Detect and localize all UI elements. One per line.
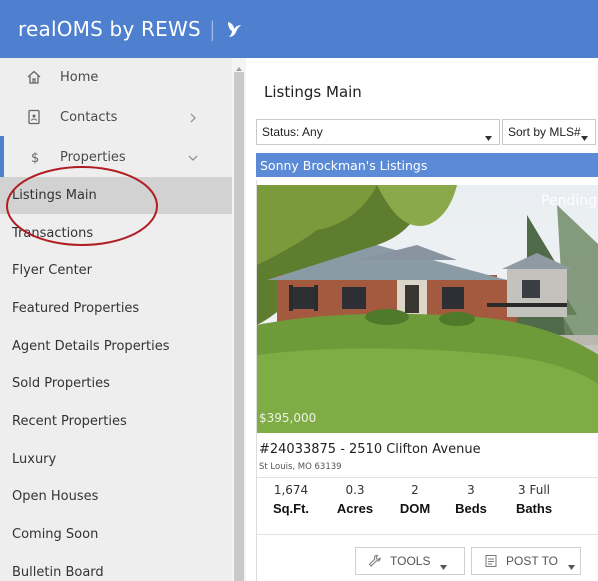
- sidebar-item-listings-main[interactable]: Listings Main: [0, 177, 232, 214]
- section-header: Sonny Brockman's Listings: [256, 153, 598, 177]
- status-filter-select[interactable]: Status: Any: [256, 119, 500, 145]
- sidebar-item-sold-properties[interactable]: Sold Properties: [0, 365, 232, 402]
- card-divider: [257, 534, 598, 535]
- listing-card[interactable]: Pending $395,000 #24033875 - 2510 Clifto…: [256, 180, 598, 581]
- dropdown-arrow-icon: [581, 130, 588, 141]
- listing-photo[interactable]: Pending $395,000: [257, 185, 598, 433]
- listing-stats: 1,674 Sq.Ft. 0.3 Acres 2 DOM 3 Beds 3 Fu…: [257, 483, 598, 527]
- filter-bar: Status: Any Sort by MLS#: [256, 119, 598, 145]
- stat-value: 0.3: [345, 483, 365, 497]
- stat-value: 1,674: [273, 483, 309, 497]
- stat-value: 3: [467, 483, 475, 497]
- listing-address[interactable]: #24033875 - 2510 Clifton Avenue: [259, 442, 481, 457]
- stat-baths: 3 Full Baths: [507, 483, 561, 516]
- sort-select[interactable]: Sort by MLS#: [502, 119, 596, 145]
- house-photo-illustration: [257, 185, 598, 433]
- sidebar-item-bulletin-board[interactable]: Bulletin Board: [0, 554, 232, 581]
- stat-label: Sq.Ft.: [272, 501, 310, 516]
- listing-city: St Louis, MO 63139: [259, 462, 342, 472]
- caret-down-icon: [568, 559, 576, 570]
- listing-status-badge: Pending: [541, 193, 597, 209]
- sidebar-item-label: Contacts: [60, 109, 118, 125]
- contact-card-icon: [26, 109, 42, 125]
- sidebar-item-properties[interactable]: $ Properties: [0, 138, 232, 176]
- main-content: Listings Main Status: Any Sort by MLS# S…: [246, 58, 598, 581]
- sidebar-scrollbar-thumb[interactable]: [234, 72, 244, 581]
- stat-beds: 3 Beds: [449, 483, 493, 516]
- post-to-button[interactable]: POST TO: [471, 547, 581, 575]
- tools-button-label: TOOLS: [390, 554, 431, 568]
- sidebar-item-label: Properties: [60, 149, 126, 165]
- sidebar-item-home[interactable]: Home: [0, 58, 232, 96]
- home-icon: [26, 69, 42, 85]
- stat-acres: 0.3 Acres: [333, 483, 377, 516]
- scroll-up-arrow-icon[interactable]: [235, 60, 243, 71]
- sort-value: Sort by MLS#: [508, 125, 581, 139]
- sidebar-item-label: Home: [60, 69, 99, 85]
- svg-text:$: $: [31, 151, 39, 165]
- stat-label: Beds: [455, 501, 487, 516]
- card-divider: [257, 477, 598, 478]
- chevron-down-icon: [188, 152, 198, 162]
- brand[interactable]: realOMS by REWS |: [18, 0, 244, 58]
- sidebar-item-recent-properties[interactable]: Recent Properties: [0, 403, 232, 440]
- status-filter-value: Status: Any: [262, 125, 323, 139]
- sidebar-item-transactions[interactable]: Transactions: [0, 215, 232, 252]
- sidebar-item-featured-properties[interactable]: Featured Properties: [0, 290, 232, 327]
- wrench-icon: [368, 554, 382, 568]
- stat-sqft: 1,674 Sq.Ft.: [269, 483, 313, 516]
- caret-down-icon: [440, 559, 448, 570]
- top-header-bar: realOMS by REWS |: [0, 0, 598, 58]
- stat-label: Acres: [336, 501, 374, 516]
- tools-button[interactable]: TOOLS: [355, 547, 465, 575]
- stat-value: 3 Full: [518, 483, 550, 497]
- sidebar: Home Contacts $ Properties Listings Main…: [0, 58, 232, 581]
- chevron-right-icon: [188, 112, 198, 123]
- dropdown-arrow-icon: [485, 130, 492, 141]
- brand-separator: |: [208, 17, 216, 41]
- sidebar-item-flyer-center[interactable]: Flyer Center: [0, 252, 232, 289]
- sidebar-item-agent-details-properties[interactable]: Agent Details Properties: [0, 328, 232, 365]
- stat-dom: 2 DOM: [393, 483, 437, 516]
- document-icon: [484, 554, 498, 568]
- sidebar-item-open-houses[interactable]: Open Houses: [0, 478, 232, 515]
- listing-price: $395,000: [259, 411, 317, 425]
- stat-label: DOM: [399, 501, 431, 516]
- post-to-button-label: POST TO: [506, 554, 559, 568]
- bird-logo-icon: [224, 19, 244, 39]
- sidebar-item-luxury[interactable]: Luxury: [0, 441, 232, 478]
- stat-label: Baths: [515, 501, 553, 516]
- page-title: Listings Main: [264, 83, 362, 101]
- sidebar-item-coming-soon[interactable]: Coming Soon: [0, 516, 232, 553]
- brand-name: realOMS by REWS: [18, 17, 201, 41]
- stat-value: 2: [411, 483, 419, 497]
- app-root: realOMS by REWS | Home Contacts $ Proper…: [0, 0, 598, 581]
- sidebar-item-contacts[interactable]: Contacts: [0, 98, 232, 136]
- dollar-icon: $: [26, 149, 42, 166]
